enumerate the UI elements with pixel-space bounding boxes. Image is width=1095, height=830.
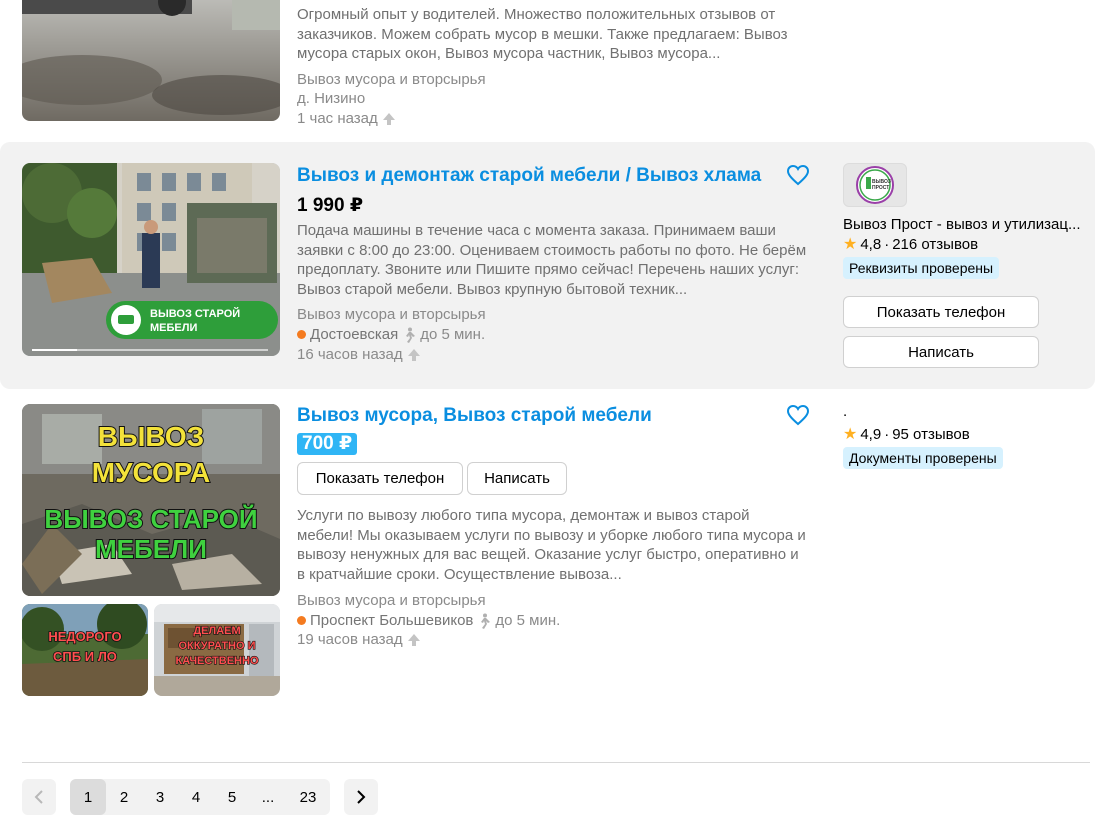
seller-logo[interactable]: ВЫВОЗ ПРОСТ	[843, 163, 907, 207]
photo-caption: МЕБЕЛИ	[150, 322, 197, 334]
photo-caption: СПБ И ЛО	[53, 649, 117, 664]
rating-value: 4,9	[860, 425, 882, 443]
listing-price: 700 ₽	[297, 433, 358, 455]
seller-rating: ★ 4,9 · 95 отзывов	[843, 424, 970, 444]
listing-category: Вывоз мусора и вторсырья	[297, 592, 486, 609]
seller-name[interactable]: Вывоз Прост - вывоз и утилизац...	[843, 216, 1091, 233]
photo-caption: ДЕЛАЕМ	[193, 625, 240, 637]
walk-icon	[481, 613, 491, 629]
heart-icon[interactable]	[786, 404, 810, 426]
verified-badge: Документы проверены	[843, 447, 1003, 469]
listing-photo[interactable]: ВЫВОЗ СТАРОЙ МЕБЕЛИ	[22, 163, 280, 356]
seller-rating: ★ 4,8 · 216 отзывов	[843, 234, 978, 254]
rating-separator: ·	[884, 425, 890, 443]
listing-card: Огромный опыт у водителей. Множество пол…	[0, 0, 1095, 140]
reviews-count[interactable]: 95 отзывов	[892, 426, 970, 443]
listing-category: Вывоз мусора и вторсырья	[297, 306, 486, 323]
rating-value: 4,8	[860, 235, 882, 253]
write-button[interactable]: Написать	[467, 462, 567, 495]
listing-description: Подача машины в течение часа с момента з…	[297, 222, 807, 298]
listing-price: 1 990 ₽	[297, 195, 364, 216]
prev-page-button[interactable]	[22, 779, 56, 815]
arrow-up-icon	[382, 112, 395, 125]
reviews-count[interactable]: 216 отзывов	[892, 236, 978, 253]
listing-location: д. Низино	[297, 90, 366, 107]
listing-card-highlighted: ВЫВОЗ СТАРОЙ МЕБЕЛИ Вывоз и демонтаж ста…	[0, 142, 1095, 389]
heart-icon[interactable]	[786, 164, 810, 186]
listing-time-text: 1 час назад	[297, 110, 378, 127]
metro-station: Достоевская	[310, 326, 399, 343]
listing-photo[interactable]	[22, 0, 280, 121]
listing-metro: Проспект Большевиков до 5 мин.	[297, 612, 560, 629]
photo-caption: ВЫВОЗ	[98, 421, 204, 452]
page-23[interactable]: 23	[286, 779, 330, 815]
listing-photo-thumb[interactable]: ДЕЛАЕМ ОККУРАТНО И КАЧЕСТВЕННО	[154, 604, 280, 696]
arrow-up-icon	[407, 348, 420, 361]
listing-description: Огромный опыт у водителей. Множество пол…	[297, 6, 788, 62]
page-5[interactable]: 5	[214, 779, 250, 815]
listing-time: 16 часов назад	[297, 346, 421, 363]
walk-time: до 5 мин.	[420, 326, 486, 343]
listing-category: Вывоз мусора и вторсырья	[297, 71, 486, 88]
svg-text:ПРОСТ: ПРОСТ	[872, 185, 889, 191]
listing-time: 19 часов назад	[297, 631, 421, 648]
photo-caption: ОККУРАТНО И	[178, 640, 255, 652]
seller-logo-image: ВЫВОЗ ПРОСТ	[856, 166, 894, 204]
listing-title[interactable]: Вывоз мусора, Вывоз старой мебели	[297, 405, 652, 427]
listing-photo-thumb[interactable]: НЕДОРОГО СПБ И ЛО	[22, 604, 148, 696]
pagination: 1 2 3 4 5 ... 23	[70, 779, 330, 815]
photo-caption: ВЫВОЗ СТАРОЙ	[44, 504, 257, 534]
verified-badge: Реквизиты проверены	[843, 257, 1000, 279]
star-icon: ★	[843, 426, 858, 443]
photo-caption: НЕДОРОГО	[48, 629, 121, 644]
show-phone-button[interactable]: Показать телефон	[843, 296, 1039, 328]
write-button[interactable]: Написать	[843, 336, 1039, 368]
seller-name[interactable]: .	[843, 403, 1091, 420]
divider	[22, 762, 1090, 763]
photo-caption: КАЧЕСТВЕННО	[176, 655, 259, 667]
chevron-right-icon	[357, 790, 366, 804]
listing-metro: Достоевская до 5 мин.	[297, 326, 485, 343]
photo-caption: МУСОРА	[92, 457, 210, 488]
metro-station: Проспект Большевиков	[310, 612, 474, 629]
page-4[interactable]: 4	[178, 779, 214, 815]
photo-caption: МЕБЕЛИ	[95, 534, 207, 564]
show-phone-button[interactable]: Показать телефон	[297, 462, 463, 495]
listing-description: Услуги по вывозу любого типа мусора, дем…	[297, 507, 806, 583]
listing-photo-main[interactable]: ВЫВОЗ МУСОРА ВЫВОЗ СТАРОЙ МЕБЕЛИ	[22, 404, 280, 596]
photo-caption: ВЫВОЗ СТАРОЙ	[150, 307, 240, 320]
metro-dot-icon	[297, 330, 306, 339]
rating-separator: ·	[884, 235, 890, 253]
page-1[interactable]: 1	[70, 779, 106, 815]
star-icon: ★	[843, 236, 858, 253]
listing-title[interactable]: Вывоз и демонтаж старой мебели / Вывоз х…	[297, 165, 761, 187]
walk-time: до 5 мин.	[495, 612, 561, 629]
listing-time-text: 16 часов назад	[297, 346, 403, 363]
page-2[interactable]: 2	[106, 779, 142, 815]
listing-time-text: 19 часов назад	[297, 631, 403, 648]
page-ellipsis: ...	[261, 788, 275, 806]
next-page-button[interactable]	[344, 779, 378, 815]
arrow-up-icon	[407, 633, 420, 646]
walk-icon	[406, 327, 416, 343]
listing-card: ВЫВОЗ МУСОРА ВЫВОЗ СТАРОЙ МЕБЕЛИ НЕДОРОГ…	[0, 390, 1095, 710]
metro-dot-icon	[297, 616, 306, 625]
listing-time: 1 час назад	[297, 110, 396, 127]
chevron-left-icon	[34, 790, 43, 804]
page-3[interactable]: 3	[142, 779, 178, 815]
